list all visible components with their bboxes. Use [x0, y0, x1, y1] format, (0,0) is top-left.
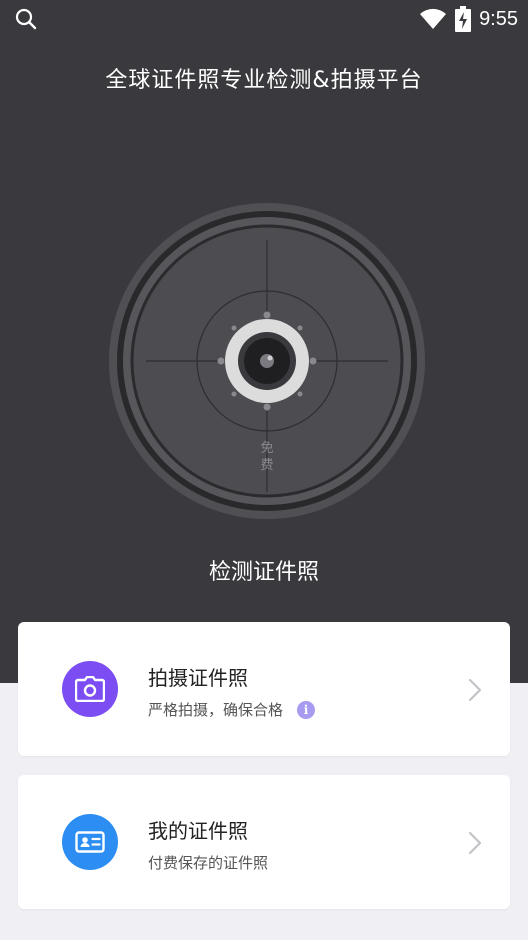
info-icon[interactable]: i	[297, 700, 316, 719]
camera-icon	[75, 676, 105, 702]
card-subtitle-row: 严格拍摄，确保合格 i	[148, 699, 316, 720]
card-subtitle-row: 付费保存的证件照	[148, 852, 268, 873]
battery-charging-icon	[455, 6, 472, 32]
chevron-right-icon	[468, 678, 482, 702]
status-bar: 9:55	[0, 0, 528, 38]
id-card-icon	[75, 831, 105, 853]
card-title: 拍摄证件照	[148, 666, 248, 690]
page-title: 全球证件照专业检测&拍摄平台	[105, 68, 423, 93]
camera-icon-circle	[62, 661, 118, 717]
card-title: 我的证件照	[148, 819, 248, 843]
wifi-icon	[420, 8, 447, 29]
card-subtitle: 严格拍摄，确保合格	[148, 701, 284, 719]
search-icon[interactable]	[14, 7, 38, 31]
detect-photo-label[interactable]: 检测证件照	[0, 554, 528, 586]
chevron-right-icon	[468, 831, 482, 855]
card-subtitle: 付费保存的证件照	[148, 854, 269, 872]
status-icons: 9:55	[419, 4, 518, 34]
free-badge: 免费	[260, 441, 274, 473]
status-time: 9:55	[479, 7, 518, 30]
card-my-photos[interactable]: 我的证件照 付费保存的证件照	[18, 775, 510, 909]
card-take-photo[interactable]: 拍摄证件照 严格拍摄，确保合格 i	[18, 622, 510, 756]
detect-dial-button[interactable]: 免费	[108, 202, 426, 520]
id-card-icon-circle	[62, 814, 118, 870]
